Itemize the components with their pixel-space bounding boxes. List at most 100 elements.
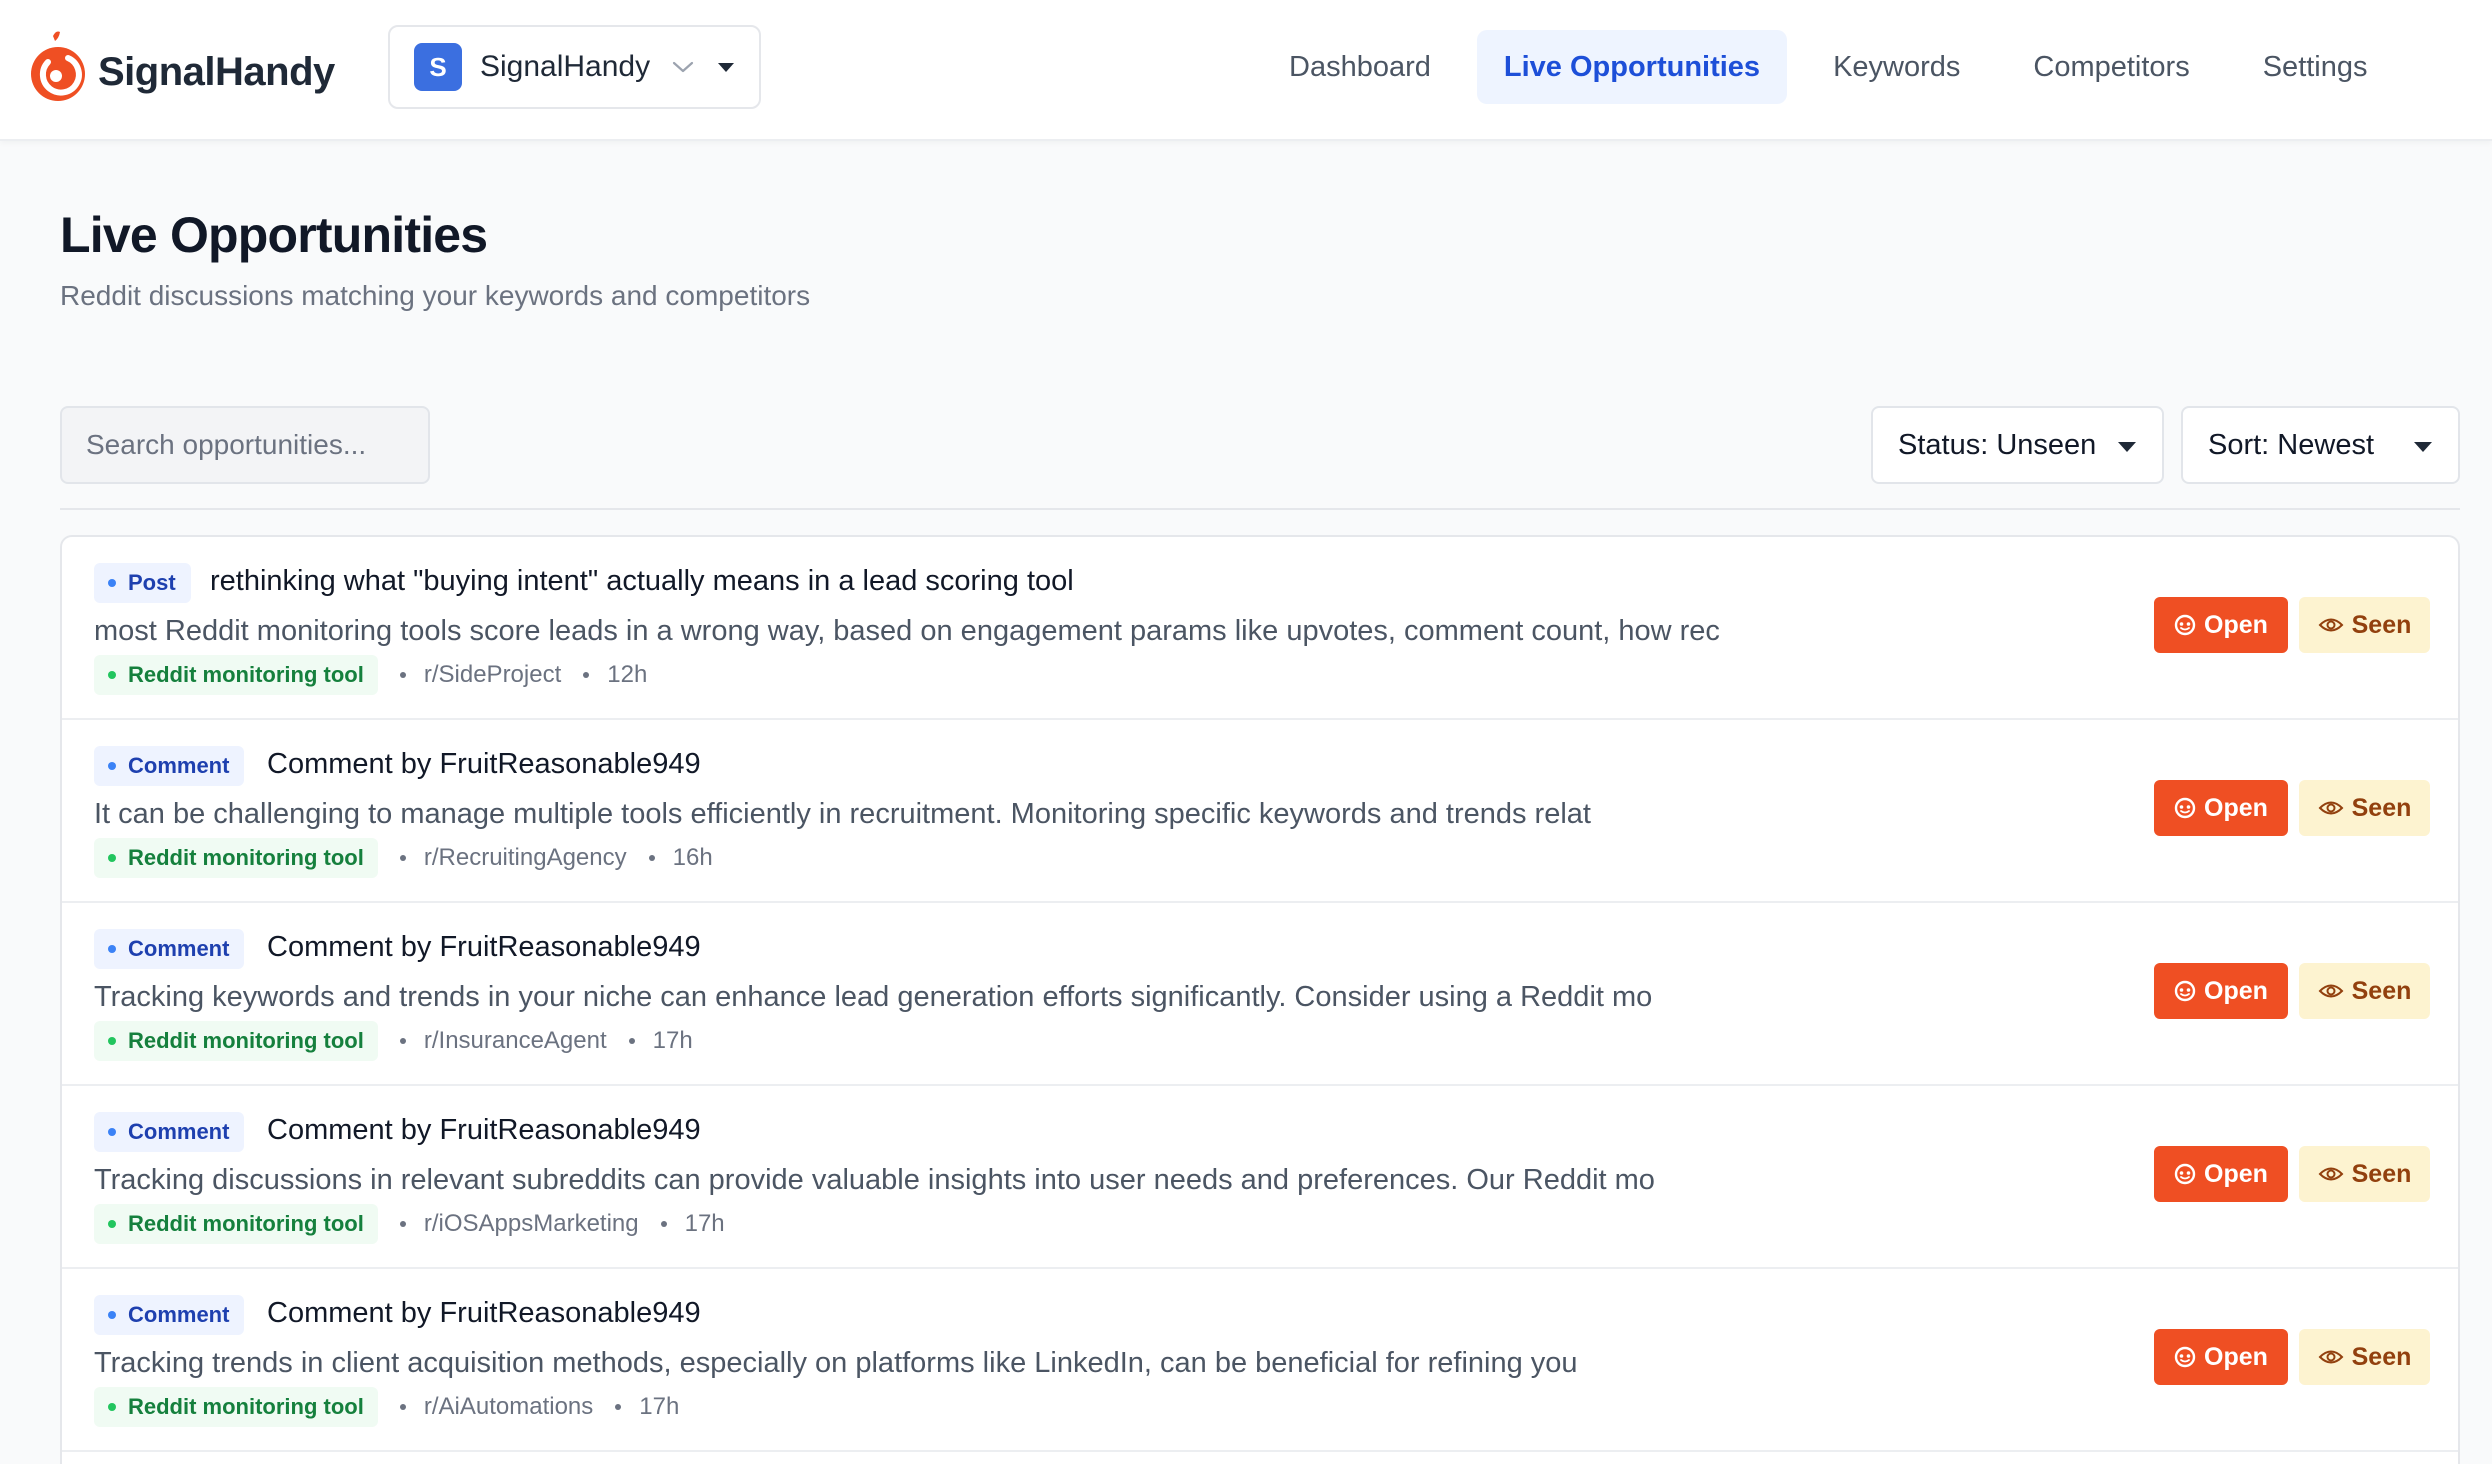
opportunity-row[interactable]: Comment Comment by FruitReasonable949 Tr… (62, 1086, 2458, 1269)
sort-select[interactable]: Sort: Newest (2181, 406, 2460, 484)
opportunity-title[interactable]: rethinking what "buying intent" actually… (210, 565, 1074, 598)
meta-separator (660, 1221, 667, 1227)
type-label: Comment (128, 1119, 230, 1144)
app-logo[interactable]: SignalHandy (26, 28, 335, 104)
type-label: Comment (128, 1302, 230, 1327)
opportunity-row[interactable]: Comment Comment by FruitReasonable949 Tr… (62, 903, 2458, 1086)
badge-dot (108, 945, 116, 953)
badge-dot (108, 1403, 116, 1411)
search-input[interactable] (60, 406, 430, 484)
keyword-label: Reddit monitoring tool (128, 662, 364, 687)
badge-dot (108, 579, 116, 587)
status-filter-value: Status: Unseen (1898, 428, 2097, 461)
opportunity-row[interactable]: Comment Comment by FruitReasonable949 It… (62, 720, 2458, 903)
signalhandy-logo-icon (31, 31, 85, 101)
keyword-label: Reddit monitoring tool (128, 1394, 364, 1419)
org-avatar: S (414, 43, 462, 91)
type-badge: Comment (94, 746, 245, 786)
opportunity-meta: Reddit monitoring tool r/SideProject 12h (94, 655, 647, 695)
opportunity-excerpt: most Reddit monitoring tools score leads… (94, 615, 1720, 647)
reddit-icon (2174, 614, 2196, 636)
opportunity-excerpt: Tracking trends in client acquisition me… (94, 1347, 1578, 1379)
mark-seen-button[interactable]: Seen (2299, 963, 2430, 1019)
nav-settings[interactable]: Settings (2236, 30, 2395, 104)
type-label: Comment (128, 753, 230, 778)
main-nav: Dashboard Live Opportunities Keywords Co… (1262, 30, 2414, 104)
age-label: 17h (684, 1210, 725, 1237)
badge-dot (108, 1128, 116, 1136)
meta-separator (628, 1038, 635, 1044)
eye-icon (2318, 618, 2344, 632)
reddit-icon (2174, 1346, 2196, 1368)
keyword-badge: Reddit monitoring tool (94, 1021, 378, 1061)
opportunity-excerpt: Tracking discussions in relevant subredd… (94, 1164, 1655, 1196)
badge-dot (108, 1037, 116, 1045)
mark-seen-button[interactable]: Seen (2299, 1329, 2430, 1385)
mark-seen-button[interactable]: Seen (2299, 1146, 2430, 1202)
meta-separator (399, 1404, 406, 1410)
badge-dot (108, 671, 116, 679)
keyword-badge: Reddit monitoring tool (94, 655, 378, 695)
nav-dashboard[interactable]: Dashboard (1262, 30, 1458, 104)
badge-dot (108, 762, 116, 770)
opportunity-row[interactable]: Comment Comment by FruitReasonable949 Tr… (62, 1269, 2458, 1452)
type-badge: Comment (94, 1112, 245, 1152)
keyword-label: Reddit monitoring tool (128, 845, 364, 870)
chevron-down-icon (673, 61, 694, 73)
status-filter-select[interactable]: Status: Unseen (1871, 406, 2164, 484)
age-label: 16h (672, 844, 713, 871)
mark-seen-button[interactable]: Seen (2299, 780, 2430, 836)
age-label: 12h (607, 661, 648, 688)
meta-separator (615, 1404, 622, 1410)
eye-icon (2318, 984, 2344, 998)
nav-competitors[interactable]: Competitors (2006, 30, 2216, 104)
subreddit-label[interactable]: r/AiAutomations (424, 1393, 593, 1421)
opportunity-title[interactable]: Comment by FruitReasonable949 (267, 748, 701, 781)
open-button[interactable]: Open (2154, 1146, 2288, 1202)
open-label: Open (2204, 793, 2268, 822)
caret-down-icon (2118, 442, 2136, 452)
reddit-icon (2174, 980, 2196, 1002)
keyword-label: Reddit monitoring tool (128, 1211, 364, 1236)
organization-selector[interactable]: S SignalHandy (388, 25, 761, 109)
seen-label: Seen (2351, 1342, 2412, 1371)
type-badge: Comment (94, 929, 245, 969)
meta-separator (583, 672, 590, 678)
eye-icon (2318, 801, 2344, 815)
page-title: Live Opportunities (60, 207, 488, 263)
open-button[interactable]: Open (2154, 1329, 2288, 1385)
seen-label: Seen (2351, 1159, 2412, 1188)
seen-label: Seen (2351, 793, 2412, 822)
opportunity-excerpt: It can be challenging to manage multiple… (94, 798, 1591, 830)
open-button[interactable]: Open (2154, 780, 2288, 836)
opportunity-row[interactable]: Post rethinking what "buying intent" act… (62, 537, 2458, 720)
badge-dot (108, 1311, 116, 1319)
opportunity-meta: Reddit monitoring tool r/RecruitingAgenc… (94, 838, 713, 878)
subreddit-label[interactable]: r/SideProject (424, 661, 561, 689)
open-button[interactable]: Open (2154, 597, 2288, 653)
subreddit-label[interactable]: r/RecruitingAgency (424, 844, 627, 872)
opportunity-title[interactable]: Comment by FruitReasonable949 (267, 931, 701, 964)
opportunity-title[interactable]: Comment by FruitReasonable949 (267, 1297, 701, 1330)
org-name: SignalHandy (480, 50, 651, 83)
keyword-badge: Reddit monitoring tool (94, 1204, 378, 1244)
open-label: Open (2204, 610, 2268, 639)
caret-down-icon (718, 62, 735, 72)
mark-seen-button[interactable]: Seen (2299, 597, 2430, 653)
app-name: SignalHandy (98, 49, 335, 94)
opportunity-meta: Reddit monitoring tool r/AiAutomations 1… (94, 1387, 679, 1427)
type-label: Comment (128, 936, 230, 961)
open-button[interactable]: Open (2154, 963, 2288, 1019)
seen-label: Seen (2351, 976, 2412, 1005)
age-label: 17h (652, 1027, 693, 1054)
top-navigation-bar: SignalHandy S SignalHandy Dashboard Live… (0, 0, 2492, 141)
subreddit-label[interactable]: r/iOSAppsMarketing (424, 1210, 639, 1238)
seen-label: Seen (2351, 610, 2412, 639)
meta-separator (399, 1221, 406, 1227)
opportunity-title[interactable]: Comment by FruitReasonable949 (267, 1114, 701, 1147)
meta-separator (399, 1038, 406, 1044)
meta-separator (648, 855, 655, 861)
nav-keywords[interactable]: Keywords (1806, 30, 1987, 104)
subreddit-label[interactable]: r/InsuranceAgent (424, 1027, 607, 1055)
nav-live-opportunities[interactable]: Live Opportunities (1476, 30, 1788, 104)
